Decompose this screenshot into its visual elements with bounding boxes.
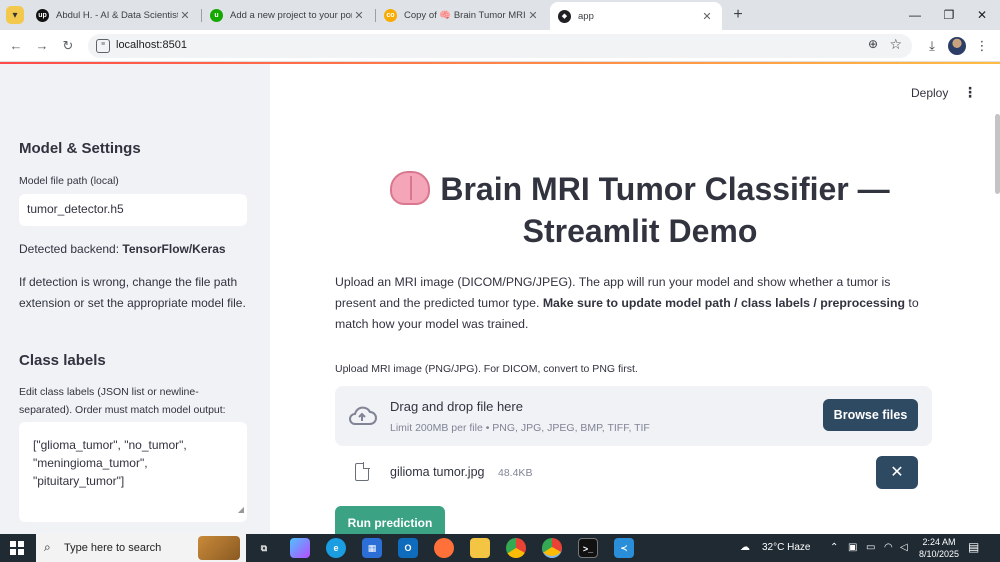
tab-title: Abdul H. - AI & Data Scientist | [56,9,178,21]
address-bar[interactable]: ≡ localhost:8501 ⊕ ☆ [88,34,912,58]
copilot-icon[interactable] [290,538,310,558]
tray-app-icon[interactable]: ▣ [848,542,857,553]
search-placeholder: Type here to search [64,542,162,554]
scrollbar-thumb[interactable] [995,114,1000,194]
menu-kebab-icon[interactable]: ⋮ [972,36,992,56]
close-tab-icon[interactable]: ✕ [526,9,540,22]
reload-button[interactable]: ↻ [58,36,78,56]
tab-app[interactable]: ◆ app ✕ [550,2,722,30]
restore-button[interactable]: ❐ [934,4,964,26]
uploaded-file-name: gilioma tumor.jpg [390,465,485,479]
windows-taskbar: ⌕ Type here to search ⧉ e ▦ O >_ ≺ ☁ 32°… [0,534,1000,562]
browse-files-button[interactable]: Browse files [823,399,918,431]
search-highlight-image[interactable] [198,536,240,560]
show-hidden-icons-icon[interactable]: ⌃ [830,542,838,553]
class-labels-help: Edit class labels (JSON list or newline-… [19,386,226,416]
page-title-text: Brain MRI Tumor Classifier — Streamlit D… [440,171,890,249]
firefox-icon[interactable] [434,538,454,558]
backend-prefix: Detected backend: [19,242,123,256]
file-icon [355,462,370,481]
app-description: Upload an MRI image (DICOM/PNG/JPEG). Th… [335,272,925,335]
backend-hint-text: If detection is wrong, change the file p… [19,275,246,310]
outlook-icon[interactable]: O [398,538,418,558]
desc-bold: Make sure to update model path / class l… [542,296,906,310]
tab-colab[interactable]: co Copy of 🧠 Brain Tumor MRI C ✕ [376,2,548,28]
colab-icon: co [384,8,397,22]
tab-search-dropdown-icon[interactable]: ▾ [6,6,24,24]
notifications-icon[interactable]: ▤ [968,540,979,554]
clock-date: 8/10/2025 [918,549,960,559]
clock-time: 2:24 AM [922,537,956,547]
class-labels-value: ["glioma_tumor", "no_tumor", "meningioma… [33,438,187,488]
forward-button[interactable]: → [32,36,52,56]
close-tab-icon[interactable]: ✕ [352,9,366,22]
new-tab-button[interactable]: + [728,5,748,25]
chrome-icon[interactable] [506,538,526,558]
edge-icon[interactable]: e [326,538,346,558]
task-view-icon[interactable]: ⧉ [254,538,274,558]
uploaded-file-row: gilioma tumor.jpg 48.4KB ✕ [335,456,935,490]
run-prediction-button[interactable]: Run prediction [335,506,445,534]
tab-abdul[interactable]: up Abdul H. - AI & Data Scientist | ✕ [28,2,200,28]
model-path-input[interactable]: tumor_detector.h5 [19,194,247,226]
page-title: Brain MRI Tumor Classifier — Streamlit D… [380,168,900,252]
search-icon: ⌕ [44,540,51,554]
weather-text[interactable]: 32°C Haze [762,542,810,553]
model-path-label: Model file path (local) [19,175,119,187]
download-icon[interactable]: ⤓ [922,36,942,56]
deploy-button[interactable]: Deploy [911,86,948,100]
store-icon[interactable]: ▦ [362,538,382,558]
close-tab-icon[interactable]: ✕ [178,9,192,22]
uploaded-file-size: 48.4KB [498,467,533,479]
back-button[interactable]: ← [6,36,26,56]
sidebar-heading-class-labels: Class labels [19,352,106,369]
brain-icon [390,171,431,205]
close-window-button[interactable]: ✕ [967,4,997,26]
file-dropzone[interactable]: Drag and drop file here Limit 200MB per … [335,386,932,446]
url-text[interactable]: localhost:8501 [116,39,187,51]
terminal-icon[interactable]: >_ [578,538,598,558]
browser-tab-strip: ▾ up Abdul H. - AI & Data Scientist | ✕ … [0,0,1000,30]
sidebar-heading-model-settings: Model & Settings [19,140,141,157]
dropzone-limits: Limit 200MB per file • PNG, JPG, JPEG, B… [390,422,650,434]
remove-file-button[interactable]: ✕ [876,456,918,489]
browser-toolbar: ← → ↻ ≡ localhost:8501 ⊕ ☆ ⤓ ⋮ [0,30,1000,62]
system-clock[interactable]: 2:24 AM 8/10/2025 [917,536,961,560]
taskbar-search[interactable]: ⌕ Type here to search [36,534,246,562]
battery-icon[interactable]: ▭ [866,542,875,553]
site-info-icon[interactable]: ≡ [96,39,110,53]
windows-start-icon[interactable] [10,541,24,555]
upwork-icon: up [36,8,49,22]
backend-value: TensorFlow/Keras [122,242,226,256]
resize-grip-icon[interactable]: ◢ [238,501,244,519]
volume-icon[interactable]: ◁ [900,542,908,553]
cloud-upload-icon [349,406,377,425]
chrome-active-icon[interactable] [542,538,562,558]
profile-avatar[interactable] [948,37,966,55]
app-menu-icon[interactable]: ⋮ [963,84,977,101]
bookmark-star-icon[interactable]: ☆ [889,36,902,53]
close-tab-icon[interactable]: ✕ [700,10,714,23]
streamlit-icon: ◆ [558,9,571,23]
detected-backend-text: Detected backend: TensorFlow/Keras [19,239,254,260]
tab-title: Copy of 🧠 Brain Tumor MRI C [404,9,526,21]
tab-title: Add a new project to your port [230,9,352,21]
minimize-button[interactable]: — [900,4,930,26]
upwork-icon: u [210,8,223,22]
uploader-label: Upload MRI image (PNG/JPG). For DICOM, c… [335,363,638,375]
vscode-icon[interactable]: ≺ [614,538,634,558]
file-explorer-icon[interactable] [470,538,490,558]
sidebar: Model & Settings Model file path (local)… [0,64,270,534]
wifi-icon[interactable]: ◠ [884,542,893,553]
zoom-icon[interactable]: ⊕ [868,37,878,51]
dropzone-instructions: Drag and drop file here [390,399,523,414]
main-content: Deploy ⋮ Brain MRI Tumor Classifier — St… [270,64,1000,534]
weather-icon[interactable]: ☁ [740,542,750,553]
class-labels-textarea[interactable]: ["glioma_tumor", "no_tumor", "meningioma… [19,422,247,522]
tab-add-project[interactable]: u Add a new project to your port ✕ [202,2,374,28]
tab-title: app [578,10,594,22]
